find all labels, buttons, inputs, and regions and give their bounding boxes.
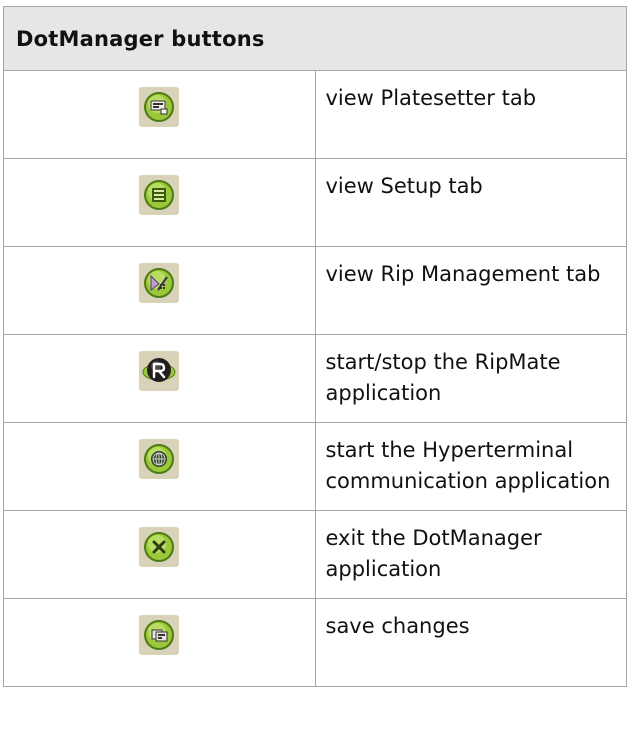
platesetter-icon [139,86,180,127]
button-description: start the Hyperterminal communication ap… [314,422,627,511]
table-row: view Setup tab [3,158,627,247]
button-description: start/stop the RipMate application [314,334,627,423]
save-icon [139,614,180,655]
table-header-row: DotManager buttons [3,6,627,71]
table-row: start the Hyperterminal communication ap… [3,422,627,511]
button-description: view Rip Management tab [314,246,627,335]
button-description: save changes [314,598,627,687]
hyperterminal-icon [139,438,180,479]
setup-icon [139,174,180,215]
ripmate-icon [139,350,180,391]
rip-management-icon [139,262,180,303]
table-row: view Platesetter tab [3,70,627,159]
table-row: view Rip Management tab [3,246,627,335]
button-description: view Setup tab [314,158,627,247]
table-row: exit the DotManager application [3,510,627,599]
button-description: view Platesetter tab [314,70,627,159]
exit-icon [139,526,180,567]
button-description: exit the DotManager application [314,510,627,599]
table-row: start/stop the RipMate application [3,334,627,423]
table-header: DotManager buttons [3,6,627,71]
table-row: save changes [3,598,627,687]
dotmanager-buttons-table: DotManager buttons view Platesetter tab [3,6,627,687]
